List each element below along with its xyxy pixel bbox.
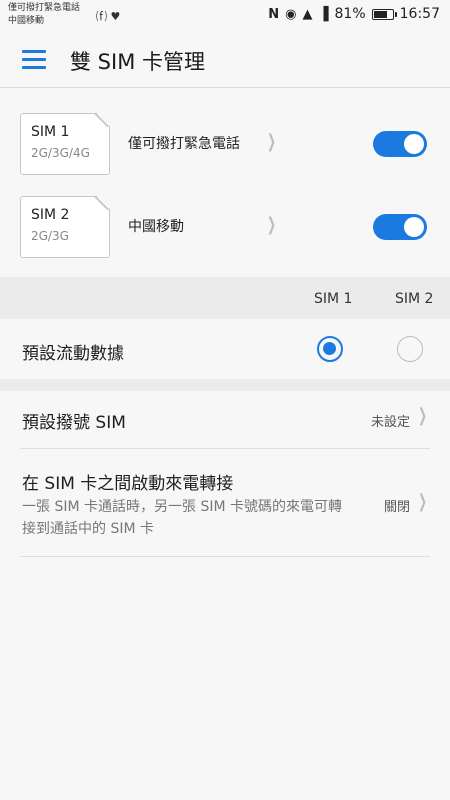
status-bar: 僅可撥打緊急電話 中國移動 ⒡ ♥ N ◉ ▲ ▐ 81% 16:57 — [0, 0, 450, 32]
sim-row-2[interactable]: SIM 2 2G/3G 中國移動 ❯ — [0, 195, 450, 276]
battery-fill — [373, 10, 387, 18]
default-mobile-data-row: 預設流動數據 — [0, 319, 450, 379]
wifi-icon: ▲ — [302, 6, 313, 22]
hamburger-menu-icon[interactable] — [22, 50, 46, 70]
section-separator — [0, 379, 450, 391]
default-call-sim-title: 預設撥號 SIM — [22, 413, 126, 433]
page-title: 雙 SIM 卡管理 — [70, 50, 205, 74]
sim-network-type: 2G/3G — [31, 229, 69, 243]
sim-name: SIM 1 — [31, 124, 70, 140]
toggle-knob — [404, 217, 424, 237]
nfc-icon: N — [268, 6, 280, 22]
default-call-sim-row[interactable]: 預設撥號 SIM 未設定 ❯ — [0, 391, 450, 449]
call-forwarding-row[interactable]: 在 SIM 卡之間啟動來電轉接 一張 SIM 卡通話時，另一張 SIM 卡號碼的… — [0, 449, 450, 557]
sim1-data-radio[interactable] — [317, 336, 343, 362]
sim-card-icon: SIM 1 2G/3G/4G — [20, 112, 111, 175]
sim-network-type: 2G/3G/4G — [31, 146, 90, 160]
sim-status-label: 中國移動 — [128, 219, 184, 235]
sim-name: SIM 2 — [31, 207, 70, 223]
battery-icon — [371, 8, 397, 20]
app-toolbar: 雙 SIM 卡管理 — [0, 32, 450, 88]
default-call-sim-value: 未設定 — [370, 415, 410, 430]
battery-percent: 81% — [334, 6, 366, 22]
default-mobile-data-label: 預設流動數據 — [22, 344, 124, 364]
chevron-right-icon: ❯ — [267, 214, 277, 235]
status-icons: N ◉ ▲ ▐ 81% 16:57 — [268, 6, 440, 22]
sim-card-section: SIM 1 2G/3G/4G 僅可撥打緊急電話 ❯ SIM 2 2G/3G 中國… — [0, 89, 450, 277]
call-forwarding-title: 在 SIM 卡之間啟動來電轉接 — [22, 474, 234, 494]
carrier-line-1: 僅可撥打緊急電話 — [8, 3, 81, 13]
sim2-data-radio[interactable] — [397, 336, 423, 362]
chevron-right-icon: ❯ — [417, 491, 427, 512]
carrier-info: 僅可撥打緊急電話 中國移動 — [8, 2, 80, 28]
call-forwarding-description: 一張 SIM 卡通話時，另一張 SIM 卡號碼的來電可轉接到通話中的 SIM 卡 — [22, 499, 342, 537]
eye-comfort-icon: ◉ — [285, 6, 297, 22]
column-sim1: SIM 1 — [314, 291, 353, 307]
call-forwarding-value: 關閉 — [383, 500, 410, 515]
sim2-toggle[interactable] — [373, 214, 427, 240]
sim-row-1[interactable]: SIM 1 2G/3G/4G 僅可撥打緊急電話 ❯ — [0, 112, 450, 193]
sim-column-header: SIM 1 SIM 2 — [0, 277, 450, 319]
sim1-toggle[interactable] — [373, 131, 427, 157]
sim-status-label: 僅可撥打緊急電話 — [128, 136, 240, 152]
chevron-right-icon: ❯ — [267, 131, 277, 152]
divider — [20, 556, 430, 557]
carrier-line-2: 中國移動 — [8, 16, 45, 26]
notification-icons: ⒡ ♥ — [96, 10, 121, 23]
signal-icon: ▐ — [318, 6, 329, 22]
sim-card-icon: SIM 2 2G/3G — [20, 195, 111, 258]
chevron-right-icon: ❯ — [417, 405, 427, 426]
clock: 16:57 — [399, 6, 440, 22]
toggle-knob — [404, 134, 424, 154]
column-sim2: SIM 2 — [395, 291, 434, 307]
